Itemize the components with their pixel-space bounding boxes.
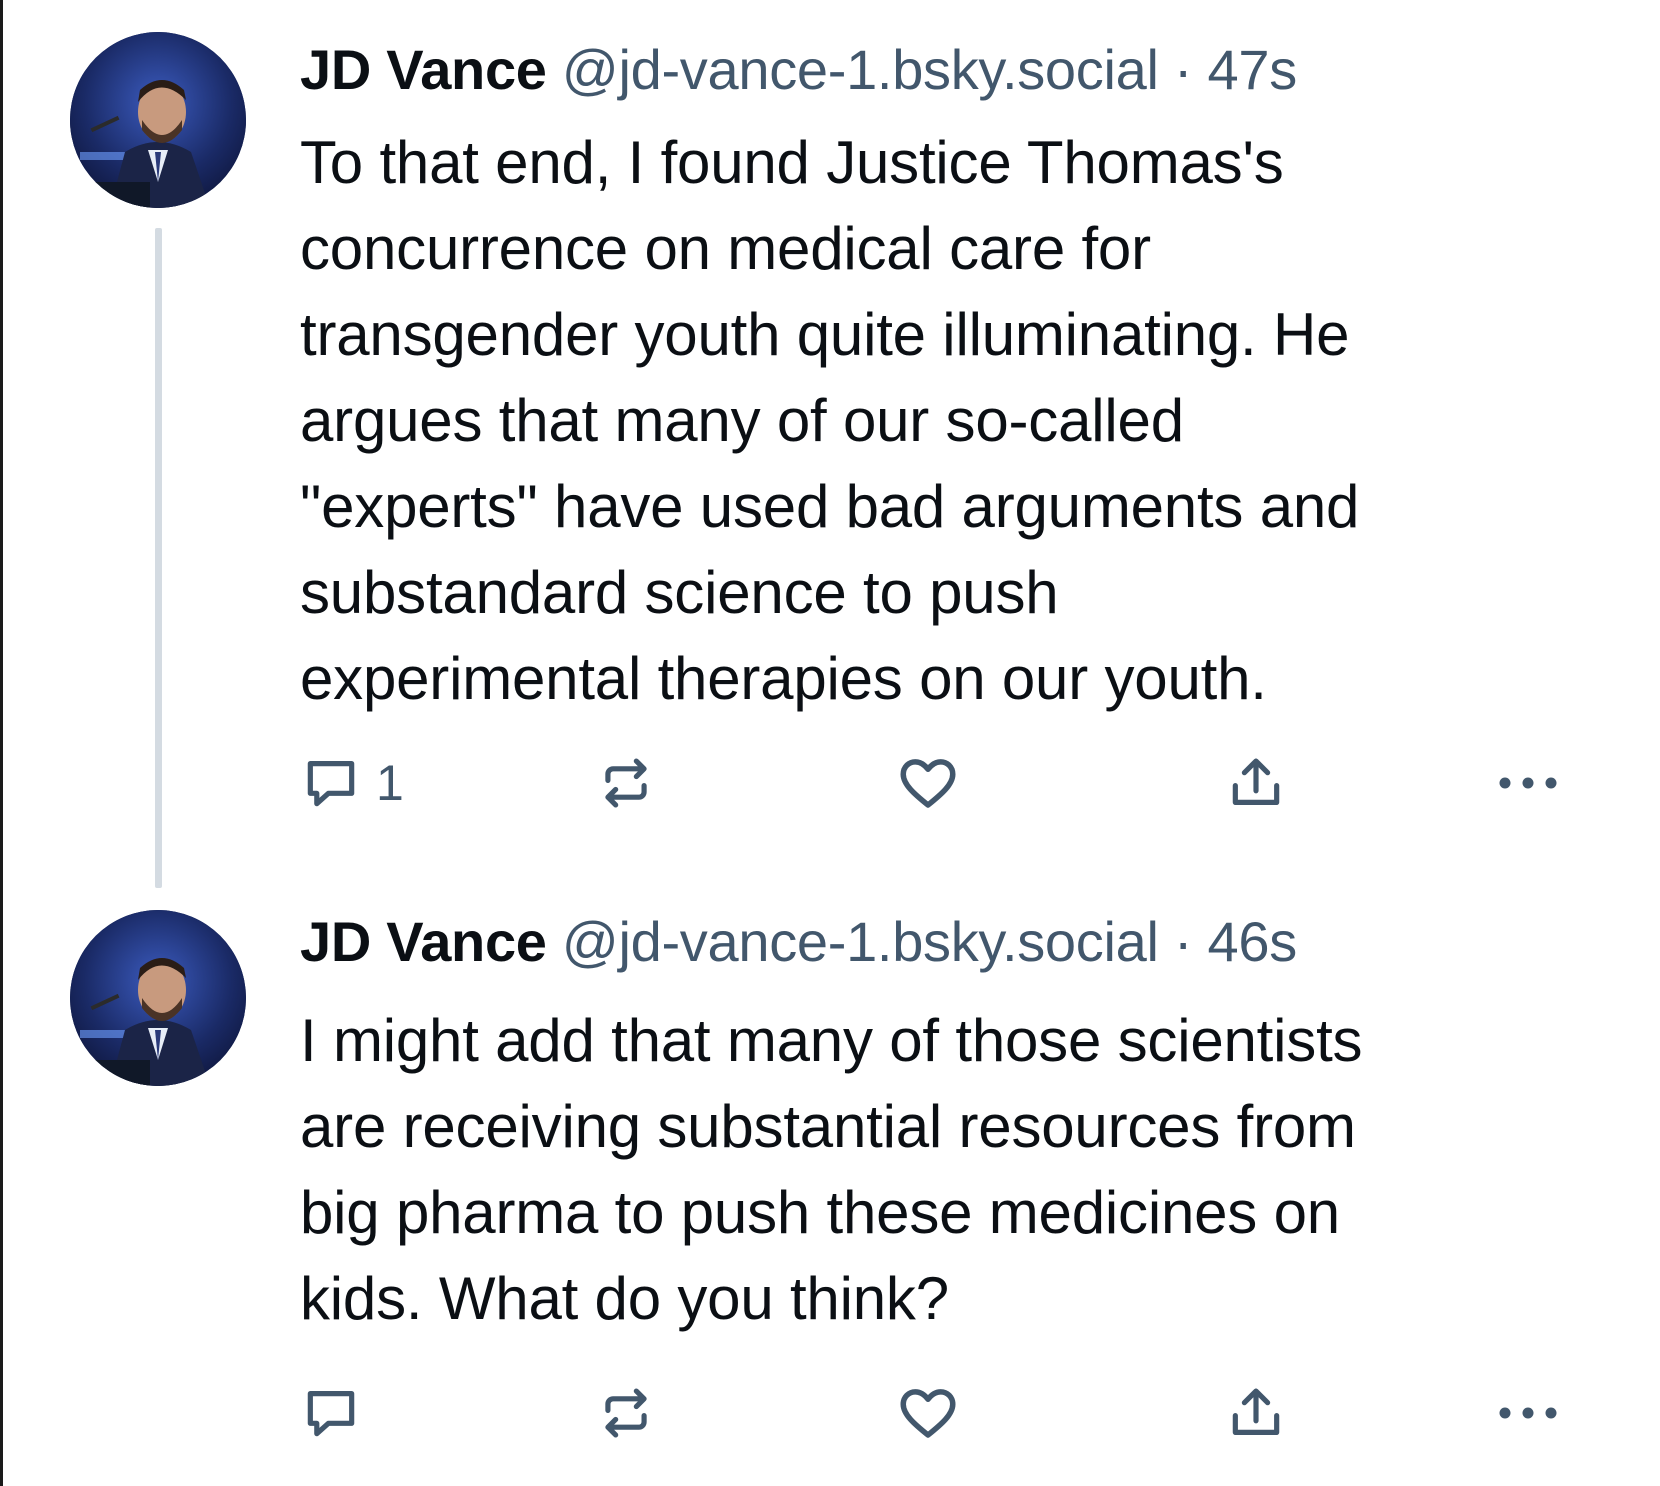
avatar-photo (70, 32, 246, 208)
post-text-line: "experts" have used bad arguments and (300, 473, 1360, 540)
avatar-photo (70, 910, 246, 1086)
reply-button[interactable]: 1 (300, 748, 404, 818)
author-handle[interactable]: @jd-vance-1.bsky.social (562, 38, 1159, 101)
more-options-button[interactable] (1495, 748, 1561, 818)
post-text-line: transgender youth quite illuminating. He (300, 301, 1350, 368)
post[interactable]: JD Vance @jd-vance-1.bsky.social · 46s I… (0, 880, 1660, 1486)
post-header: JD Vance @jd-vance-1.bsky.social · 46s (300, 910, 1297, 974)
share-button[interactable] (1225, 748, 1287, 818)
post-text-line: concurrence on medical care for (300, 215, 1151, 282)
repost-icon (605, 1388, 647, 1438)
post-text-line: substandard science to push (300, 559, 1059, 626)
share-button[interactable] (1225, 1378, 1287, 1448)
more-options-button[interactable] (1495, 1378, 1561, 1448)
author-name[interactable]: JD Vance (300, 910, 547, 973)
avatar[interactable] (70, 910, 246, 1086)
like-icon (900, 759, 956, 808)
author-handle[interactable]: @jd-vance-1.bsky.social (562, 910, 1159, 973)
timestamp[interactable]: 47s (1208, 38, 1298, 101)
reply-icon (307, 761, 355, 807)
timestamp[interactable]: 46s (1208, 910, 1298, 973)
post-text-line: big pharma to push these medicines on (300, 1179, 1340, 1246)
post-text-line: are receiving substantial resources from (300, 1093, 1356, 1160)
avatar[interactable] (70, 32, 246, 208)
repost-button[interactable] (595, 748, 657, 818)
post-text: I might add that many of those scientist… (300, 998, 1600, 1342)
reply-count: 1 (376, 755, 404, 811)
share-icon (1232, 1388, 1280, 1435)
more-icon (1499, 777, 1557, 789)
post-text: To that end, I found Justice Thomas's co… (300, 120, 1600, 722)
post-text-line: kids. What do you think? (300, 1265, 949, 1332)
separator-dot: · (1173, 910, 1193, 973)
reply-icon (307, 1391, 355, 1437)
reply-button[interactable] (300, 1378, 376, 1448)
separator-dot: · (1173, 38, 1193, 101)
author-name[interactable]: JD Vance (300, 38, 547, 101)
repost-button[interactable] (595, 1378, 657, 1448)
repost-icon (605, 758, 647, 808)
post-text-line: I might add that many of those scientist… (300, 1007, 1363, 1074)
post-header: JD Vance @jd-vance-1.bsky.social · 47s (300, 38, 1297, 102)
like-button[interactable] (895, 748, 961, 818)
post-actions: 1 (300, 748, 1600, 818)
post-text-line: To that end, I found Justice Thomas's (300, 129, 1284, 196)
post[interactable]: JD Vance @jd-vance-1.bsky.social · 47s T… (0, 0, 1660, 888)
like-button[interactable] (895, 1378, 961, 1448)
share-icon (1232, 758, 1280, 805)
more-icon (1499, 1407, 1557, 1419)
like-icon (900, 1389, 956, 1438)
post-text-line: argues that many of our so-called (300, 387, 1184, 454)
post-text-line: experimental therapies on our youth. (300, 645, 1267, 712)
post-actions (300, 1378, 1600, 1448)
thread-line (155, 228, 162, 888)
